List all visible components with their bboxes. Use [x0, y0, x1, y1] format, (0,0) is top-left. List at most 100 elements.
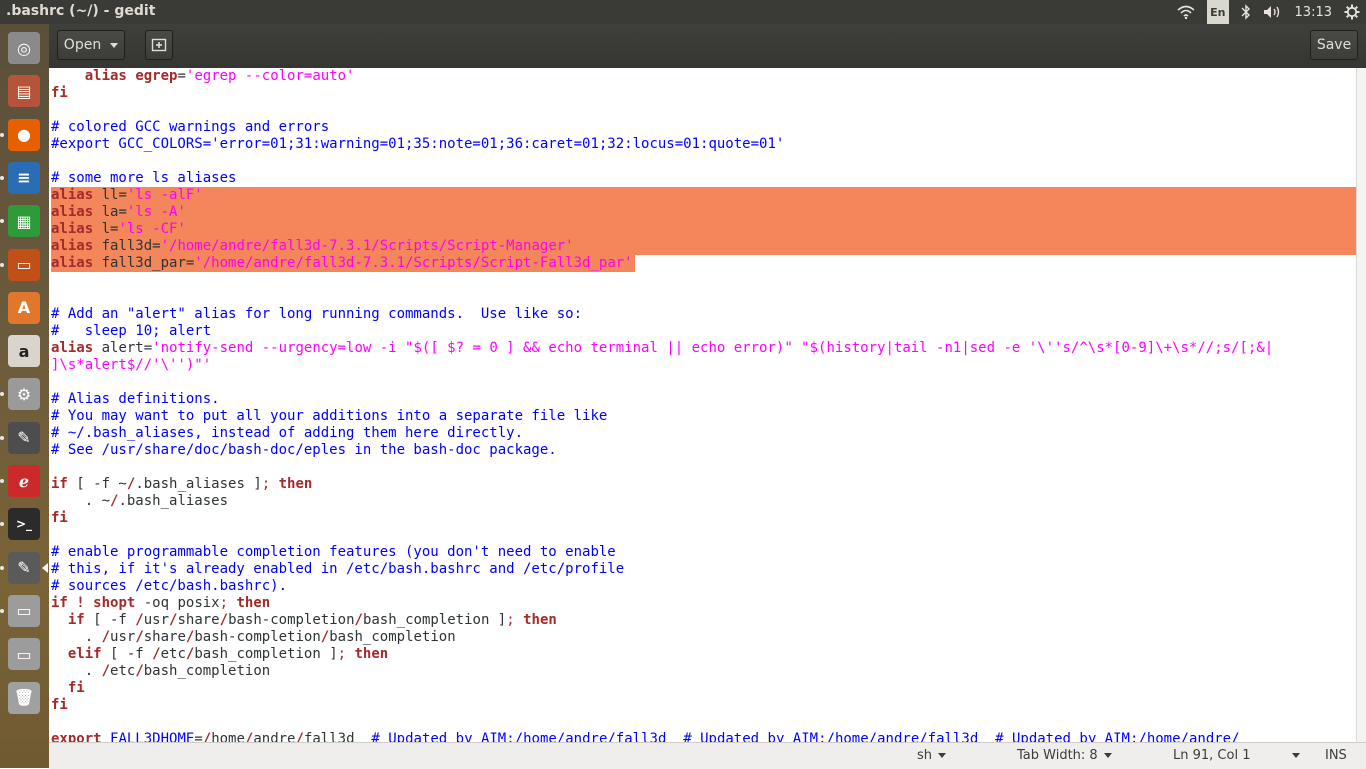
code-token: =	[194, 731, 203, 742]
code-token: bash_completion ]	[362, 612, 507, 628]
language-selector[interactable]: sh	[917, 748, 947, 763]
code-token: =	[177, 68, 186, 84]
code-line: fi	[51, 510, 68, 527]
tab-width-selector[interactable]: Tab Width: 8	[1017, 748, 1112, 763]
code-token: alert=	[93, 340, 153, 356]
files-launcher-button[interactable]: ▤	[4, 71, 44, 111]
drive-launcher-button[interactable]: ▭	[4, 634, 44, 674]
code-token: egrep	[135, 68, 178, 84]
code-token: # enable programmable completion feature…	[51, 544, 616, 560]
gear-icon[interactable]	[1344, 0, 1360, 24]
focused-indicator	[42, 562, 48, 573]
vertical-scrollbar[interactable]	[1356, 68, 1366, 742]
cursor-position-selector[interactable]: Ln 91, Col 1	[1173, 748, 1301, 763]
text-editor-launcher-button[interactable]: ✎	[0, 418, 44, 458]
code-token: .bash_aliases	[118, 493, 229, 509]
drive-launcher-button[interactable]: ▭	[0, 591, 44, 631]
firefox-icon: ●	[8, 118, 40, 151]
save-button[interactable]: Save	[1310, 30, 1358, 60]
code-token: usr	[110, 629, 136, 645]
chevron-down-icon	[938, 753, 947, 758]
new-document-button[interactable]	[145, 30, 173, 60]
code-line: fi	[51, 697, 68, 714]
code-line: # this, if it's already enabled in /etc/…	[51, 561, 624, 578]
code-token: then	[278, 476, 313, 492]
code-token: # some more ls aliases	[51, 170, 237, 186]
gedit-launcher-button[interactable]: ✎	[0, 548, 48, 588]
code-line: #export GCC_COLORS='error=01;31:warning=…	[51, 136, 784, 153]
code-token: /	[135, 612, 144, 628]
code-token: bash-completion	[194, 629, 321, 645]
code-token: export	[51, 731, 102, 742]
code-token: share	[177, 612, 220, 628]
libreoffice-calc-launcher-button[interactable]: ▦	[0, 201, 44, 241]
code-token: !	[76, 595, 85, 611]
selection-highlight	[51, 187, 1362, 204]
code-token: l=	[93, 221, 119, 237]
running-indicator	[0, 132, 4, 137]
code-token: # sources /etc/bash.bashrc).	[51, 578, 288, 594]
header-bar: Open Save	[49, 24, 1366, 69]
code-token: usr	[143, 612, 170, 628]
code-line: # enable programmable completion feature…	[51, 544, 616, 561]
code-line: alias alert='notify-send --urgency=low -…	[51, 340, 1273, 357]
code-token: # this, if it's already enabled in /etc/…	[51, 561, 625, 577]
code-line: . /usr/share/bash-completion/bash_comple…	[51, 629, 456, 646]
launcher: ◎ ▤ ● ≡ ▦ ▭ Aa ⚙ ✎ ℯ >_ ✎ ▭ ▭ 🗑	[0, 24, 50, 768]
drive-icon: ▭	[8, 638, 40, 671]
amazon-icon: a	[8, 335, 40, 368]
ubuntu-dash-launcher-button[interactable]: ◎	[4, 28, 44, 68]
evince-launcher-button[interactable]: ℯ	[0, 461, 44, 501]
libreoffice-writer-launcher-button[interactable]: ≡	[0, 158, 44, 198]
firefox-launcher-button[interactable]: ●	[0, 115, 44, 155]
chevron-down-icon	[110, 42, 119, 48]
code-token: then	[354, 646, 389, 662]
code-token: # Add an "alert" alias for long running …	[51, 306, 583, 322]
code-token: /	[354, 612, 363, 628]
code-token: # sleep 10; alert	[51, 323, 212, 339]
volume-icon[interactable]	[1263, 0, 1283, 24]
terminal-launcher-button[interactable]: >_	[0, 504, 44, 544]
files-icon: ▤	[8, 75, 40, 108]
code-token: alias	[51, 221, 94, 237]
code-token: etc	[160, 646, 186, 662]
code-token: /	[101, 629, 111, 645]
code-token: /	[202, 731, 212, 742]
code-line: fi	[51, 85, 68, 102]
wifi-icon[interactable]	[1177, 0, 1195, 24]
libreoffice-impress-launcher-button[interactable]: ▭	[0, 245, 44, 285]
language-label: sh	[917, 748, 933, 763]
code-token: bash-completion	[228, 612, 355, 628]
text-editor-area[interactable]: alias egrep='egrep --color=auto' fi # colo…	[49, 68, 1366, 742]
insert-mode-label: INS	[1325, 748, 1347, 763]
software-center-launcher-button[interactable]: A	[4, 288, 44, 328]
code-token: # Alias definitions.	[51, 391, 220, 407]
code-line: ]\s*alert$//'\'')"'	[51, 357, 211, 374]
code-line: alias la='ls -A'	[51, 204, 186, 221]
code-token: fi	[67, 680, 85, 696]
code-token: 'egrep --color=auto'	[185, 68, 355, 84]
libreoffice-calc-icon: ▦	[8, 205, 40, 238]
top-panel: .bashrc (~/) - gedit En 13:13	[0, 0, 1366, 25]
running-indicator	[0, 522, 4, 527]
clock[interactable]: 13:13	[1295, 0, 1332, 24]
amazon-launcher-button[interactable]: a	[4, 331, 44, 371]
software-center-icon: A	[8, 291, 40, 324]
code-line: alias fall3d='/home/andre/fall3d-7.3.1/S…	[51, 238, 574, 255]
code-line: alias l='ls -CF'	[51, 221, 186, 238]
system-tray: En 13:13	[1177, 0, 1366, 25]
keyboard-layout-indicator[interactable]: En	[1207, 0, 1229, 25]
code-token: alias	[51, 340, 94, 356]
code-token: then	[236, 595, 271, 611]
code-token: fall3d_par=	[93, 255, 195, 271]
system-settings-launcher-button[interactable]: ⚙	[0, 374, 44, 414]
code-token: then	[523, 612, 557, 628]
code-token: ;	[219, 595, 229, 611]
bluetooth-icon[interactable]	[1241, 0, 1251, 24]
open-button[interactable]: Open	[57, 30, 125, 60]
code-token: if	[51, 595, 68, 611]
trash-launcher-button[interactable]: 🗑	[4, 678, 44, 718]
